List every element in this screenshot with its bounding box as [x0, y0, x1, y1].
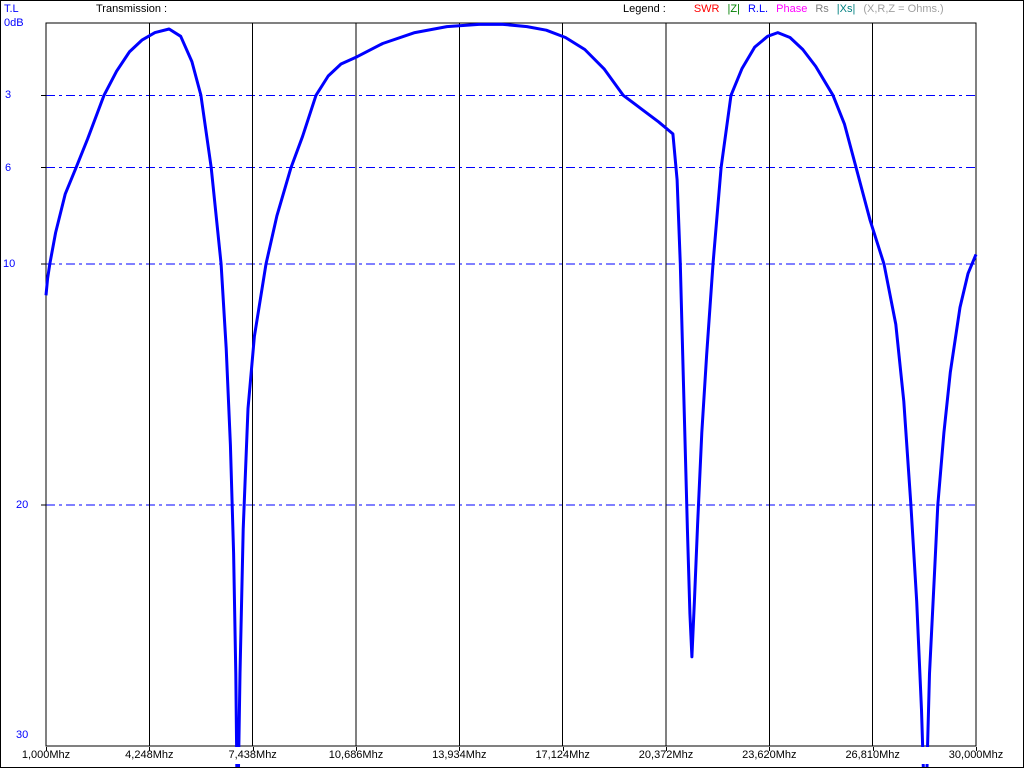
legend-item-z: |Z|	[728, 3, 740, 15]
x-axis-tick-label: 30,000Mhz	[934, 749, 1018, 761]
legend: Legend : SWR |Z| R.L. Phase Rs |Xs| (X,R,Z = O…	[623, 3, 952, 15]
transmission-curve	[46, 24, 976, 768]
y-axis-tick-label: 10	[3, 258, 15, 270]
y-axis-tick-label: 20	[16, 499, 28, 511]
transmission-chart-plot-area	[1, 1, 1024, 768]
x-axis-tick-label: 10,686Mhz	[314, 749, 398, 761]
x-axis-tick-label: 1,000Mhz	[4, 749, 88, 761]
x-axis-tick-label: 13,934Mhz	[417, 749, 501, 761]
x-axis-tick-label: 7,438Mhz	[211, 749, 295, 761]
y-axis-tick-label: 30	[16, 729, 28, 741]
y-axis-tick-label: 0dB	[4, 17, 24, 29]
legend-item-swr: SWR	[694, 3, 720, 15]
x-axis-tick-label: 4,248Mhz	[107, 749, 191, 761]
legend-item-rs: Rs	[815, 3, 828, 15]
x-axis-tick-label: 17,124Mhz	[521, 749, 605, 761]
plot-frame	[46, 23, 976, 746]
y-axis-tick-label: 6	[5, 162, 11, 174]
legend-item-rl: R.L.	[748, 3, 768, 15]
trace-type-label: T.L	[4, 3, 19, 15]
legend-item-phase: Phase	[776, 3, 807, 15]
legend-title: Legend :	[623, 3, 666, 15]
legend-item-xs: |Xs|	[837, 3, 856, 15]
y-axis-tick-label: 3	[5, 89, 11, 101]
analyzer-window: T.L Transmission : Legend : SWR |Z| R.L. Ph…	[0, 0, 1024, 768]
x-axis-tick-label: 20,372Mhz	[624, 749, 708, 761]
legend-item-xrzohms: (X,R,Z = Ohms.)	[863, 3, 943, 15]
x-axis: 1,000Mhz 4,248Mhz 7,438Mhz 10,686Mhz 13,934M…	[2, 747, 1024, 764]
chart-title: Transmission :	[96, 3, 167, 15]
x-axis-tick-label: 26,810Mhz	[831, 749, 915, 761]
x-axis-tick-label: 23,620Mhz	[727, 749, 811, 761]
